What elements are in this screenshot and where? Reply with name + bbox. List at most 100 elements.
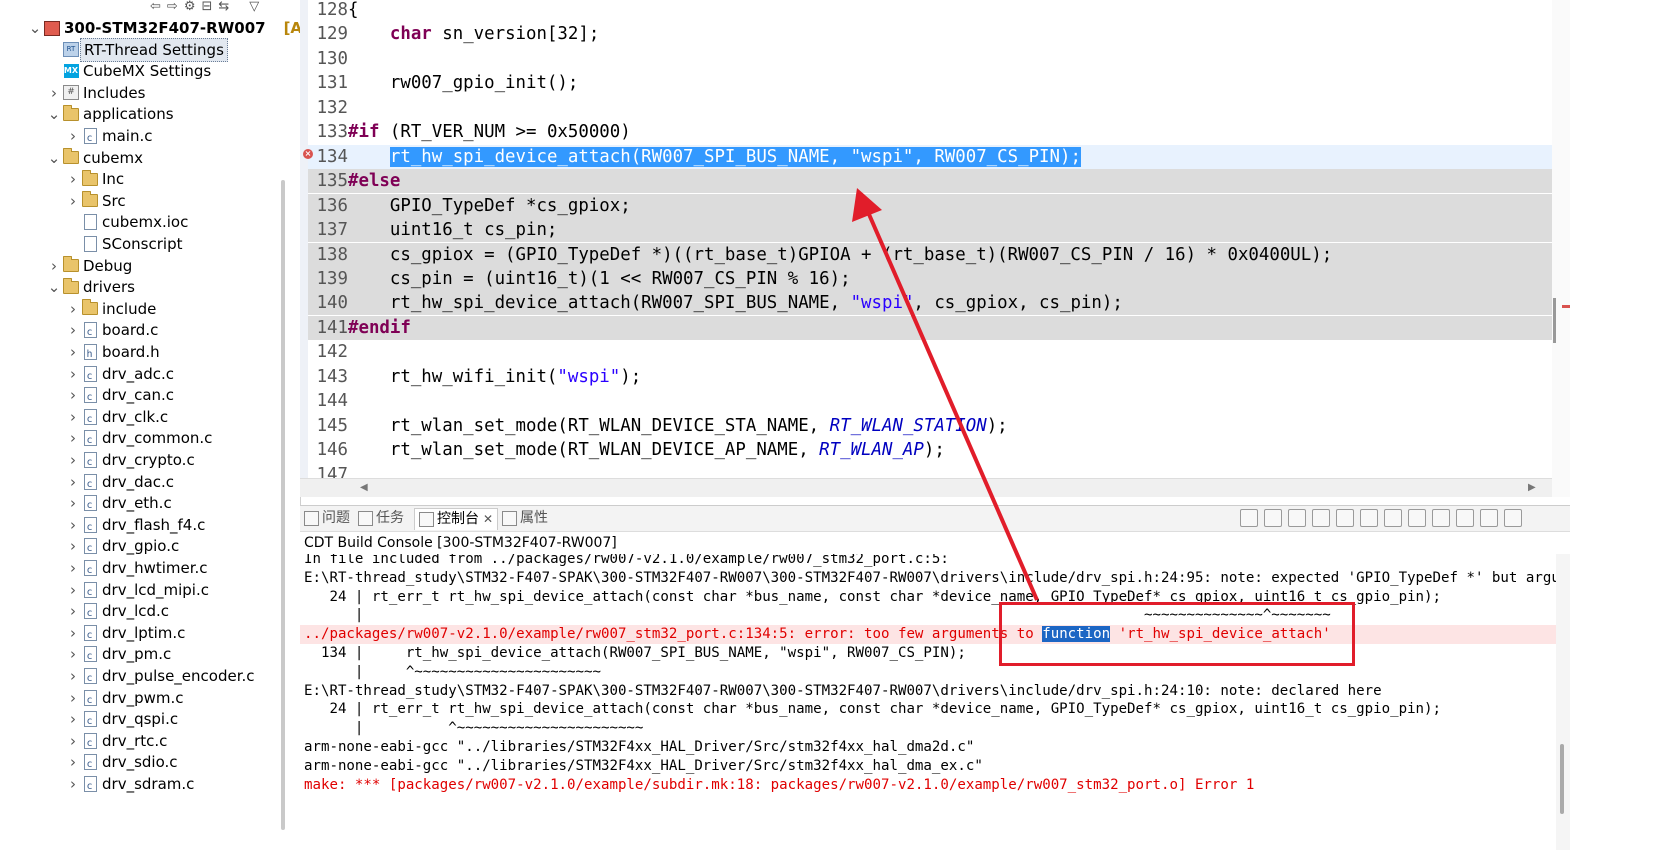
code-line[interactable]: 130 (308, 47, 348, 71)
clear-console-icon[interactable] (1240, 509, 1258, 527)
tab-problems[interactable]: 问题 (304, 508, 350, 529)
chevron-down-icon[interactable]: ⌄ (47, 147, 61, 169)
tree-item[interactable]: › drv_clk.c (66, 406, 168, 431)
chevron-right-icon[interactable]: › (66, 557, 80, 579)
word-wrap-icon[interactable] (1384, 509, 1402, 527)
code-line[interactable]: 142 (308, 340, 348, 364)
tree-item[interactable]: › drv_pm.c (66, 643, 171, 668)
tree-item[interactable]: cubemx.ioc (66, 211, 188, 233)
tree-item[interactable]: SConscript (66, 233, 182, 255)
chevron-right-icon[interactable]: › (66, 168, 80, 190)
new-console-icon[interactable] (1480, 509, 1498, 527)
chevron-right-icon[interactable]: › (66, 190, 80, 212)
chevron-down-icon[interactable]: ⌄ (47, 103, 61, 125)
tree-item[interactable]: ⌄ 300-STM32F407-RW007 [Ac (28, 17, 300, 39)
console-line[interactable]: 134 | rt_hw_spi_device_attach(RW007_SPI_… (304, 644, 966, 663)
tree-item[interactable]: › drv_pulse_encoder.c (66, 665, 255, 690)
chevron-right-icon[interactable]: › (66, 471, 80, 493)
console-scrollbar[interactable] (1556, 554, 1570, 850)
chevron-right-icon[interactable]: › (66, 708, 80, 730)
back-arrow-icon[interactable]: ⇦ (150, 0, 161, 14)
code-line[interactable]: 146 rt_wlan_set_mode(RT_WLAN_DEVICE_AP_N… (308, 438, 945, 462)
pin-console-icon[interactable] (1360, 509, 1378, 527)
tree-item[interactable]: › Src (66, 190, 126, 212)
console-scroll-thumb[interactable] (1560, 744, 1564, 814)
chevron-right-icon[interactable]: › (66, 579, 80, 601)
tree-item[interactable]: › drv_hwtimer.c (66, 557, 208, 582)
console-line[interactable]: | ^~~~~~~~~~~~~~~~~~~~~~~ (304, 719, 644, 738)
tree-item[interactable]: › drv_lptim.c (66, 622, 185, 647)
code-line[interactable]: 138 cs_gpiox = (GPIO_TypeDef *)((rt_base… (308, 242, 1552, 267)
chevron-right-icon[interactable]: › (66, 643, 80, 665)
tree-item[interactable]: › drv_sdram.c (66, 773, 194, 798)
code-line[interactable]: 144 (308, 389, 348, 413)
chevron-right-icon[interactable]: › (66, 384, 80, 406)
code-line[interactable]: 139 cs_pin = (uint16_t)(1 << RW007_CS_PI… (308, 266, 1552, 291)
tree-item[interactable]: › Inc (66, 168, 124, 190)
editor-horizontal-scrollbar[interactable]: ◀ ▶ (300, 478, 1552, 497)
tree-item[interactable]: › drv_gpio.c (66, 535, 179, 560)
code-line[interactable]: 143 rt_hw_wifi_init("wspi"); (308, 365, 642, 389)
chevron-right-icon[interactable]: › (66, 341, 80, 363)
console-line[interactable]: arm-none-eabi-gcc "../libraries/STM32F4x… (304, 738, 974, 757)
chevron-right-icon[interactable]: › (66, 319, 80, 341)
tab-tasks[interactable]: 任务 (358, 508, 404, 529)
chevron-right-icon[interactable]: › (66, 535, 80, 557)
code-line[interactable]: 132 (308, 96, 348, 120)
tree-scrollbar[interactable] (281, 180, 285, 830)
chevron-down-icon[interactable]: ⌄ (47, 276, 61, 298)
console-line[interactable]: | ^~~~~~~~~~~~~~~~~~~~~~~ (304, 663, 601, 682)
console-line[interactable]: E:\RT-thread_study\STM32-F407-SPAK\300-S… (304, 682, 1382, 701)
tree-item[interactable]: › drv_can.c (66, 384, 174, 409)
copy-icon[interactable] (1336, 509, 1354, 527)
open-console-icon[interactable] (1456, 509, 1474, 527)
chevron-right-icon[interactable]: › (66, 773, 80, 795)
code-line[interactable]: 140 rt_hw_spi_device_attach(RW007_SPI_BU… (308, 291, 1552, 316)
console-line[interactable]: arm-none-eabi-gcc "../libraries/STM32F4x… (304, 757, 983, 776)
editor-vertical-scrollbar[interactable] (1552, 0, 1570, 497)
display-selected-icon[interactable] (1432, 509, 1450, 527)
console-line[interactable]: In file included from ../packages/rw007-… (304, 554, 949, 569)
tree-item[interactable]: › drv_sdio.c (66, 751, 178, 776)
tree-item[interactable]: › # Includes (47, 82, 145, 104)
tree-item[interactable]: › main.c (66, 125, 153, 150)
remove-launch-icon[interactable] (1408, 509, 1426, 527)
tree-item[interactable]: RT RT-Thread Settings (47, 37, 228, 62)
tree-item[interactable]: ⌄ drivers (47, 276, 135, 298)
build-console-output[interactable]: In file included from ../packages/rw007-… (300, 554, 1556, 850)
tree-item[interactable]: › drv_eth.c (66, 492, 172, 517)
collapse-all-icon[interactable]: ⊟ (201, 0, 212, 14)
console-line[interactable]: make: *** [packages/rw007-v2.1.0/example… (304, 776, 1254, 795)
link-icon[interactable]: ⚙ (184, 0, 196, 14)
scroll-thumb[interactable] (1553, 298, 1556, 343)
chevron-right-icon[interactable]: › (66, 687, 80, 709)
code-editor[interactable]: 128{129 char sn_version[32]; 130 131 rw007… (300, 0, 1552, 497)
view-menu-icon[interactable]: ▽ (249, 0, 259, 14)
chevron-right-icon[interactable]: › (66, 125, 80, 147)
code-line[interactable]: 136 GPIO_TypeDef *cs_gpiox; (308, 193, 1552, 218)
chevron-right-icon[interactable]: › (66, 730, 80, 752)
code-line[interactable]: 141#endif (308, 315, 1552, 340)
tab-console[interactable]: 控制台 ✕ (414, 508, 499, 530)
code-line[interactable]: 128{ (308, 0, 359, 22)
code-line[interactable]: 131 rw007_gpio_init(); (308, 71, 579, 95)
tree-item[interactable]: › drv_crypto.c (66, 449, 195, 474)
chevron-right-icon[interactable]: › (66, 449, 80, 471)
code-line[interactable]: 129 char sn_version[32]; (308, 22, 600, 46)
code-line[interactable]: 134 rt_hw_spi_device_attach(RW007_SPI_BU… (308, 144, 1552, 169)
tree-item[interactable]: › drv_flash_f4.c (66, 514, 205, 539)
tree-item[interactable]: ⌄ applications (47, 103, 174, 125)
chevron-right-icon[interactable]: › (66, 406, 80, 428)
tree-item[interactable]: › drv_lcd_mipi.c (66, 579, 209, 604)
forward-arrow-icon[interactable]: ⇨ (167, 0, 178, 14)
code-line[interactable]: 145 rt_wlan_set_mode(RT_WLAN_DEVICE_STA_… (308, 414, 1008, 438)
chevron-right-icon[interactable]: › (47, 82, 61, 104)
code-line[interactable]: 135#else (308, 169, 1552, 194)
tree-item[interactable]: › drv_pwm.c (66, 687, 183, 712)
code-line[interactable]: 137 uint16_t cs_pin; (308, 218, 1552, 243)
minimize-icon[interactable] (1504, 509, 1522, 527)
chevron-right-icon[interactable]: › (66, 514, 80, 536)
tree-item[interactable]: › include (66, 298, 156, 320)
chevron-right-icon[interactable]: › (66, 363, 80, 385)
scroll-up-icon[interactable] (1288, 509, 1306, 527)
